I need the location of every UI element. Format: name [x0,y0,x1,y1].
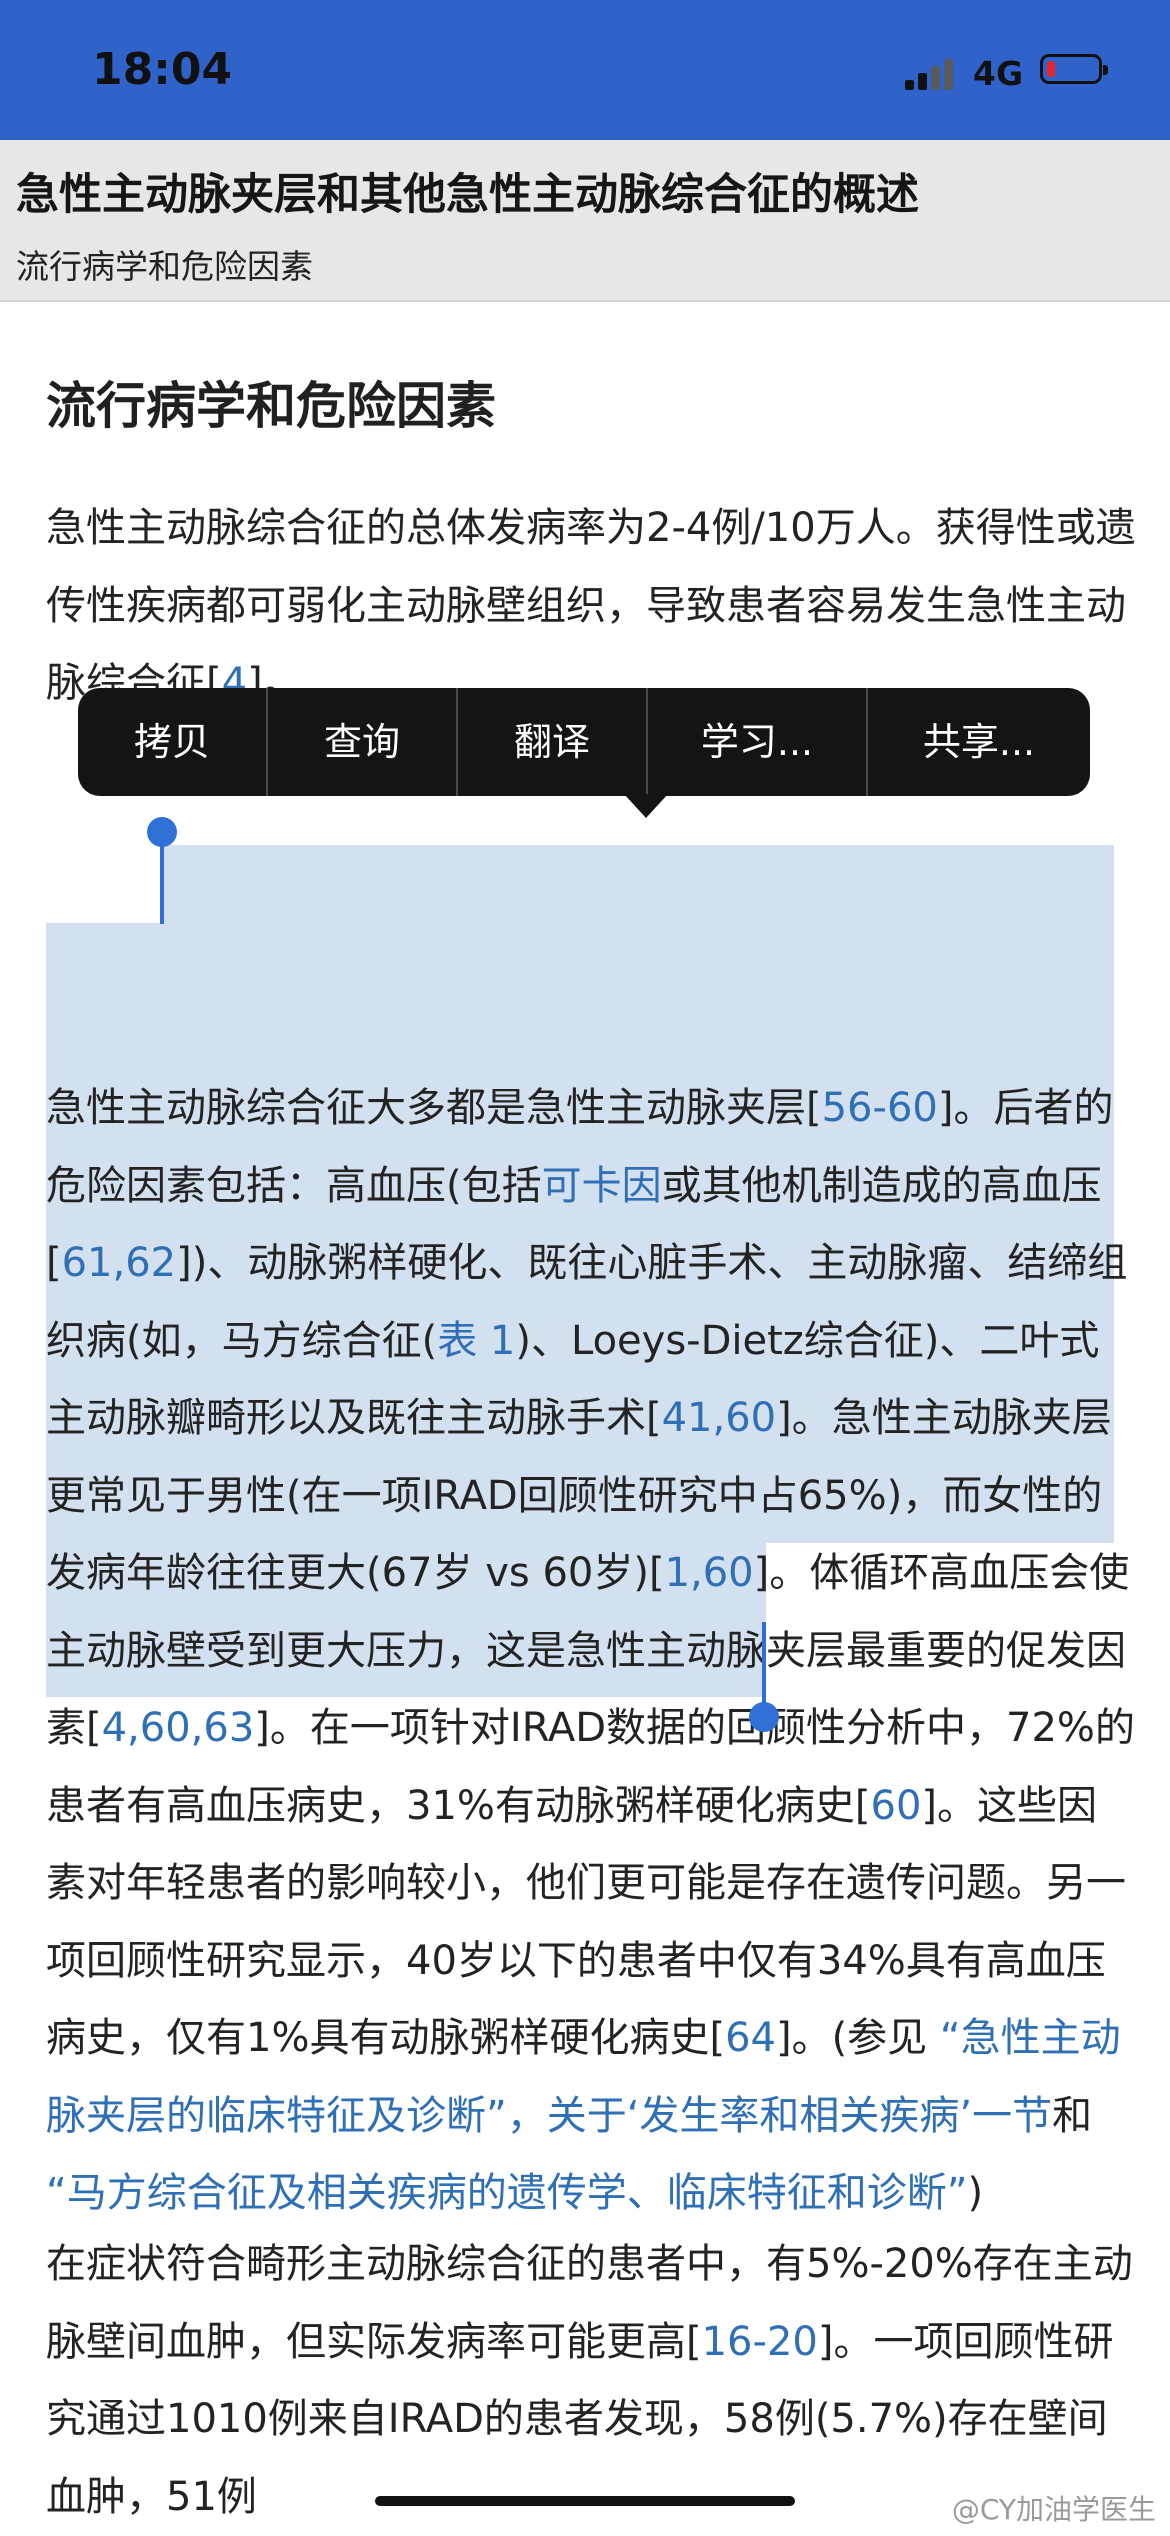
reference-link[interactable]: 16-20 [702,2319,818,2365]
menu-share[interactable]: 共享... [868,688,1090,796]
topic-title: 急性主动脉夹层和其他急性主动脉综合征的概述 [16,170,919,220]
selection-end-caret [762,1622,766,1712]
drug-link-cocaine[interactable]: 可卡因 [542,1163,662,1209]
watermark: @CY加油学医生 [951,2493,1156,2526]
menu-lookup[interactable]: 查询 [268,688,456,796]
reference-link[interactable]: 60 [871,1783,922,1829]
selection-end-handle[interactable] [749,1702,779,1732]
home-indicator[interactable] [375,2496,795,2506]
menu-learn[interactable]: 学习... [648,688,866,796]
selection-start-caret [160,830,164,924]
reference-link[interactable]: 4,60,63 [102,1705,255,1751]
section-subtitle: 流行病学和危险因素 [16,247,313,286]
network-type: 4G [973,54,1024,93]
menu-copy[interactable]: 拷贝 [78,688,266,796]
paragraph-risk-factors: 急性主动脉综合征大多都是急性主动脉夹层[56-60]。后者的危险因素包括：高血压… [46,1085,1135,2216]
section-heading: 流行病学和危险因素 [46,377,496,435]
reference-link[interactable]: 41,60 [662,1395,777,1441]
status-bar: 18:04 4G [0,0,1170,140]
menu-pointer [624,794,668,818]
reference-link[interactable]: 61,62 [62,1240,177,1286]
topic-header: 急性主动脉夹层和其他急性主动脉综合征的概述 流行病学和危险因素 [0,140,1170,302]
status-time: 18:04 [92,44,233,95]
reference-link[interactable]: 64 [725,2015,776,2061]
selection-highlight-line1 [160,845,1114,923]
table-link[interactable]: 表 1 [437,1318,515,1364]
menu-translate[interactable]: 翻译 [458,688,646,796]
text-selection-menu: 拷贝 查询 翻译 学习... 共享... [78,688,1090,818]
battery-low-icon [1040,54,1108,84]
reference-link[interactable]: 1,60 [665,1550,754,1596]
reference-link[interactable]: 56-60 [822,1085,938,1131]
cellular-signal-icon [905,56,957,90]
related-topic-link[interactable]: “马方综合征及相关疾病的遗传学、临床特征和诊断” [46,2170,967,2216]
